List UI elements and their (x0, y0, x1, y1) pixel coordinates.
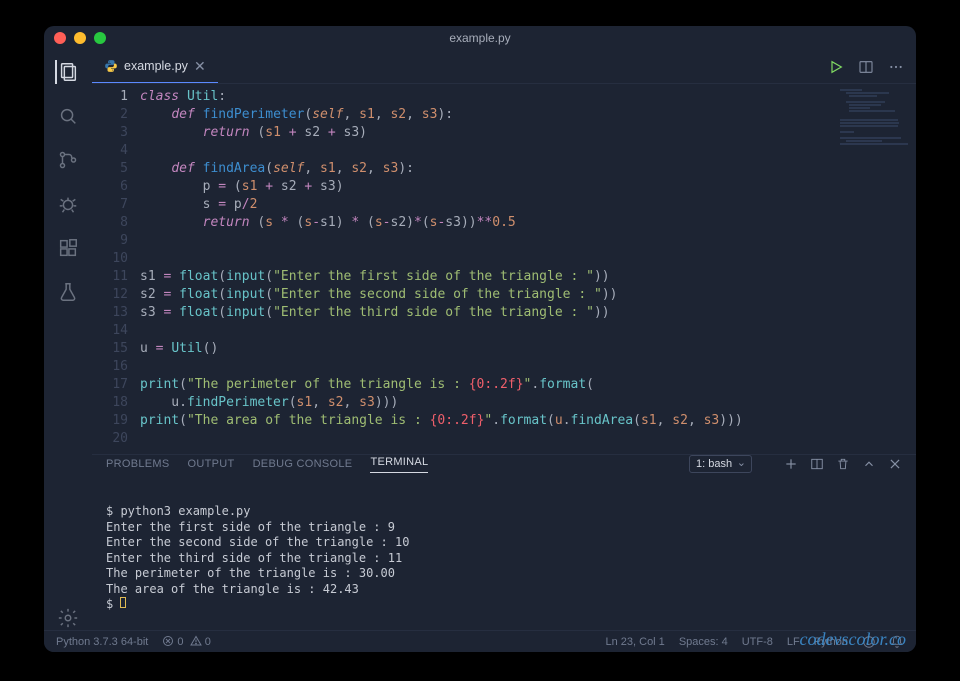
panel-tab-output[interactable]: OUTPUT (188, 458, 235, 470)
line-number: 6 (92, 178, 128, 196)
line-number: 15 (92, 340, 128, 358)
code-line[interactable]: s1 = float(input("Enter the first side o… (140, 268, 916, 286)
line-number: 2 (92, 106, 128, 124)
tab-bar: example.py ✕ (92, 50, 916, 84)
line-number-gutter: 1234567891011121314151617181920 (92, 84, 140, 454)
more-actions-icon[interactable] (888, 59, 904, 75)
terminal-line: Enter the third side of the triangle : 1… (106, 551, 902, 567)
tab-label: example.py (124, 59, 188, 73)
tab-example-py[interactable]: example.py ✕ (92, 50, 218, 83)
source-control-icon[interactable] (56, 148, 80, 172)
split-editor-icon[interactable] (858, 59, 874, 75)
line-number: 18 (92, 394, 128, 412)
line-number: 19 (92, 412, 128, 430)
code-line[interactable]: s = p/2 (140, 196, 916, 214)
code-line[interactable] (140, 142, 916, 160)
code-line[interactable]: def findArea(self, s1, s2, s3): (140, 160, 916, 178)
explorer-icon[interactable] (55, 60, 79, 84)
maximize-panel-icon[interactable] (862, 457, 876, 471)
code-line[interactable] (140, 232, 916, 250)
line-number: 11 (92, 268, 128, 286)
code-line[interactable]: def findPerimeter(self, s1, s2, s3): (140, 106, 916, 124)
code-line[interactable]: u = Util() (140, 340, 916, 358)
terminal-output[interactable]: $ python3 example.pyEnter the first side… (92, 473, 916, 650)
line-number: 14 (92, 322, 128, 340)
run-icon[interactable] (828, 59, 844, 75)
test-icon[interactable] (56, 280, 80, 304)
titlebar: example.py (44, 26, 916, 50)
search-icon[interactable] (56, 104, 80, 128)
code-line[interactable] (140, 250, 916, 268)
code-line[interactable]: class Util: (140, 88, 916, 106)
code-line[interactable]: u.findPerimeter(s1, s2, s3))) (140, 394, 916, 412)
panel: PROBLEMS OUTPUT DEBUG CONSOLE TERMINAL 1… (92, 454, 916, 630)
line-number: 5 (92, 160, 128, 178)
window-title: example.py (44, 31, 916, 45)
code-line[interactable]: p = (s1 + s2 + s3) (140, 178, 916, 196)
line-number: 3 (92, 124, 128, 142)
terminal-line: The area of the triangle is : 42.43 (106, 582, 902, 598)
kill-terminal-icon[interactable] (836, 457, 850, 471)
line-number: 17 (92, 376, 128, 394)
line-number: 13 (92, 304, 128, 322)
terminal-line: Enter the first side of the triangle : 9 (106, 520, 902, 536)
panel-tab-problems[interactable]: PROBLEMS (106, 458, 170, 470)
line-number: 8 (92, 214, 128, 232)
minimize-window-button[interactable] (74, 32, 86, 44)
terminal-line: The perimeter of the triangle is : 30.00 (106, 566, 902, 582)
traffic-lights (54, 32, 106, 44)
code-line[interactable]: print("The perimeter of the triangle is … (140, 376, 916, 394)
settings-gear-icon[interactable] (56, 606, 80, 630)
line-number: 16 (92, 358, 128, 376)
debug-icon[interactable] (56, 192, 80, 216)
code-line[interactable]: s3 = float(input("Enter the third side o… (140, 304, 916, 322)
line-number: 7 (92, 196, 128, 214)
tab-close-icon[interactable]: ✕ (194, 58, 206, 75)
line-number: 20 (92, 430, 128, 448)
editor-window: example.py (44, 26, 916, 652)
terminal-line: Enter the second side of the triangle : … (106, 535, 902, 551)
code-content[interactable]: class Util: def findPerimeter(self, s1, … (140, 84, 916, 454)
code-line[interactable]: s2 = float(input("Enter the second side … (140, 286, 916, 304)
new-terminal-icon[interactable] (784, 457, 798, 471)
line-number: 10 (92, 250, 128, 268)
close-window-button[interactable] (54, 32, 66, 44)
code-editor[interactable]: 1234567891011121314151617181920 class Ut… (92, 84, 916, 454)
code-line[interactable]: return (s * (s-s1) * (s-s2)*(s-s3))**0.5 (140, 214, 916, 232)
line-number: 12 (92, 286, 128, 304)
code-line[interactable] (140, 358, 916, 376)
maximize-window-button[interactable] (94, 32, 106, 44)
extensions-icon[interactable] (56, 236, 80, 260)
line-number: 4 (92, 142, 128, 160)
activity-bar (44, 50, 92, 630)
line-number: 1 (92, 88, 128, 106)
close-panel-icon[interactable] (888, 457, 902, 471)
panel-tab-debug-console[interactable]: DEBUG CONSOLE (253, 458, 353, 470)
split-terminal-icon[interactable] (810, 457, 824, 471)
terminal-selector[interactable]: 1: bash (689, 455, 752, 473)
panel-tab-terminal[interactable]: TERMINAL (370, 456, 428, 473)
panel-tab-bar: PROBLEMS OUTPUT DEBUG CONSOLE TERMINAL 1… (92, 455, 916, 473)
python-file-icon (104, 59, 118, 73)
code-line[interactable] (140, 322, 916, 340)
code-line[interactable]: return (s1 + s2 + s3) (140, 124, 916, 142)
code-line[interactable]: print("The area of the triangle is : {0:… (140, 412, 916, 430)
terminal-line: $ python3 example.py (106, 504, 902, 520)
terminal-line: $ (106, 597, 902, 613)
line-number: 9 (92, 232, 128, 250)
code-line[interactable] (140, 430, 916, 448)
watermark: codevscolor.co (800, 632, 906, 648)
